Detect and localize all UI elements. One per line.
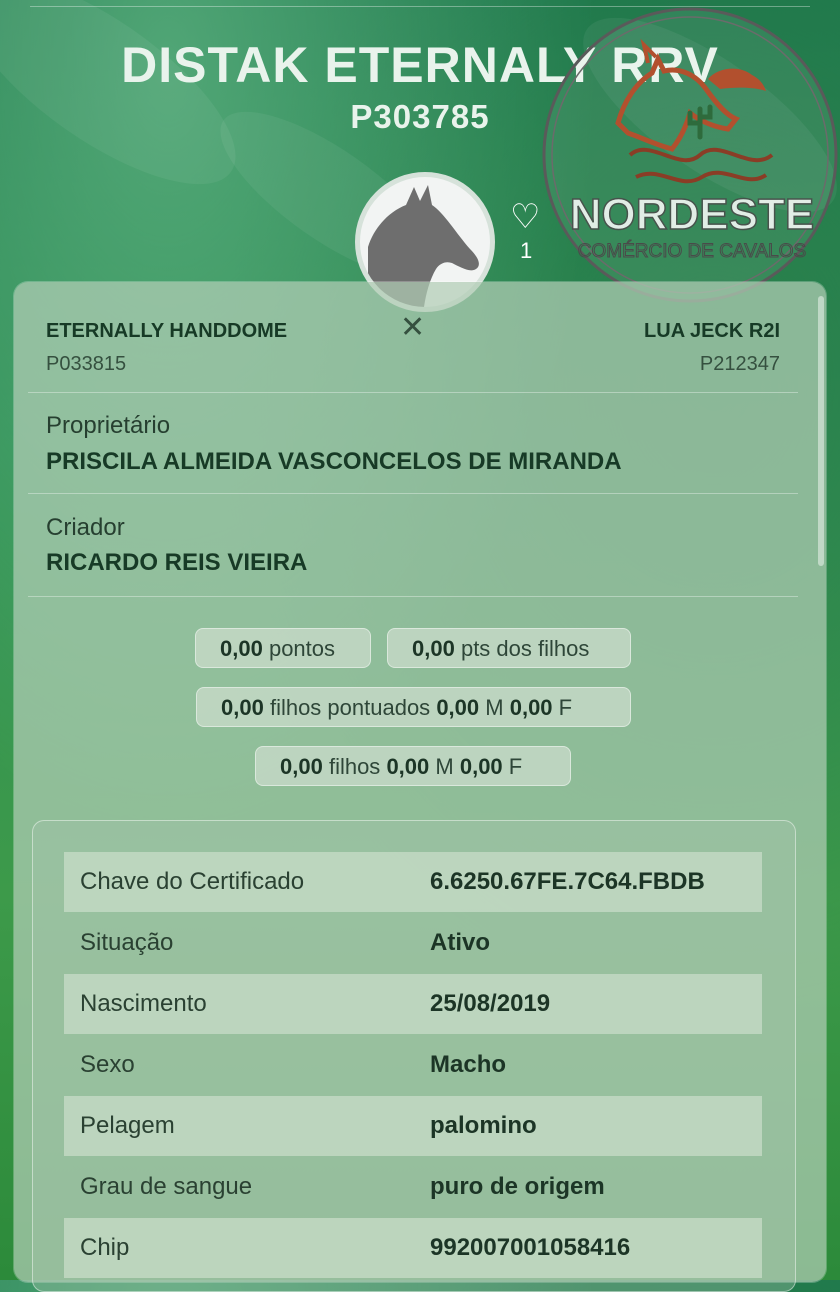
table-row: Sexo Macho bbox=[64, 1035, 762, 1095]
owner-label: Proprietário bbox=[46, 412, 171, 439]
table-row: Chip 992007001058416 bbox=[64, 1218, 762, 1278]
sire-info[interactable]: ETERNALLY HANDDOME P033815 bbox=[46, 320, 287, 376]
row-value: puro de origem bbox=[430, 1173, 605, 1200]
table-row: Grau de sangue puro de origem bbox=[64, 1157, 762, 1217]
breeder-label: Criador bbox=[46, 514, 125, 541]
row-label: Grau de sangue bbox=[80, 1173, 253, 1200]
offspring-points-badge: 0,00 pts dos filhos bbox=[387, 628, 631, 668]
divider bbox=[28, 392, 798, 393]
dam-registration: P212347 bbox=[699, 353, 780, 375]
like-count: 1 bbox=[520, 238, 533, 263]
breeder-value: RICARDO REIS VIEIRA bbox=[46, 549, 308, 576]
points-badge: 0,00 pontos bbox=[195, 628, 371, 668]
row-value: 6.6250.67FE.7C64.FBDB bbox=[430, 868, 705, 895]
row-value: Ativo bbox=[430, 929, 490, 956]
scrollbar[interactable] bbox=[818, 296, 824, 566]
like-button[interactable]: ♡ 1 bbox=[510, 200, 540, 264]
sire-name: ETERNALLY HANDDOME bbox=[46, 320, 288, 342]
row-value: Macho bbox=[430, 1051, 507, 1078]
scored-offspring-badge: 0,00 filhos pontuados 0,00 M 0,00 F bbox=[196, 687, 631, 727]
table-row: Nascimento 25/08/2019 bbox=[64, 974, 762, 1034]
heart-outline-icon: ♡ bbox=[510, 198, 541, 236]
logo-brand: NORDESTE bbox=[570, 190, 814, 239]
sire-registration: P033815 bbox=[46, 353, 127, 375]
cross-icon: ✕ bbox=[400, 311, 426, 344]
dam-name: LUA JECK R2I bbox=[644, 320, 780, 342]
dam-info[interactable]: LUA JECK R2I P212347 bbox=[644, 320, 780, 376]
nordeste-logo: NORDESTE COMÉRCIO DE CAVALOS bbox=[540, 5, 840, 305]
row-label: Pelagem bbox=[80, 1112, 175, 1139]
divider bbox=[28, 596, 798, 597]
row-value: 992007001058416 bbox=[430, 1234, 631, 1261]
table-row: Chave do Certificado 6.6250.67FE.7C64.FB… bbox=[64, 852, 762, 912]
row-value: palomino bbox=[430, 1112, 537, 1139]
row-label: Situação bbox=[80, 929, 174, 956]
row-label: Sexo bbox=[80, 1051, 135, 1078]
offspring-badge: 0,00 filhos 0,00 M 0,00 F bbox=[255, 746, 571, 786]
logo-tagline: COMÉRCIO DE CAVALOS bbox=[578, 241, 806, 262]
owner-value: PRISCILA ALMEIDA VASCONCELOS DE MIRANDA bbox=[46, 448, 622, 475]
row-value: 25/08/2019 bbox=[430, 990, 551, 1017]
row-label: Chave do Certificado bbox=[80, 868, 305, 895]
divider bbox=[28, 493, 798, 494]
row-label: Nascimento bbox=[80, 990, 207, 1017]
row-label: Chip bbox=[80, 1234, 130, 1261]
table-row: Situação Ativo bbox=[64, 913, 762, 973]
table-row: Pelagem palomino bbox=[64, 1096, 762, 1156]
